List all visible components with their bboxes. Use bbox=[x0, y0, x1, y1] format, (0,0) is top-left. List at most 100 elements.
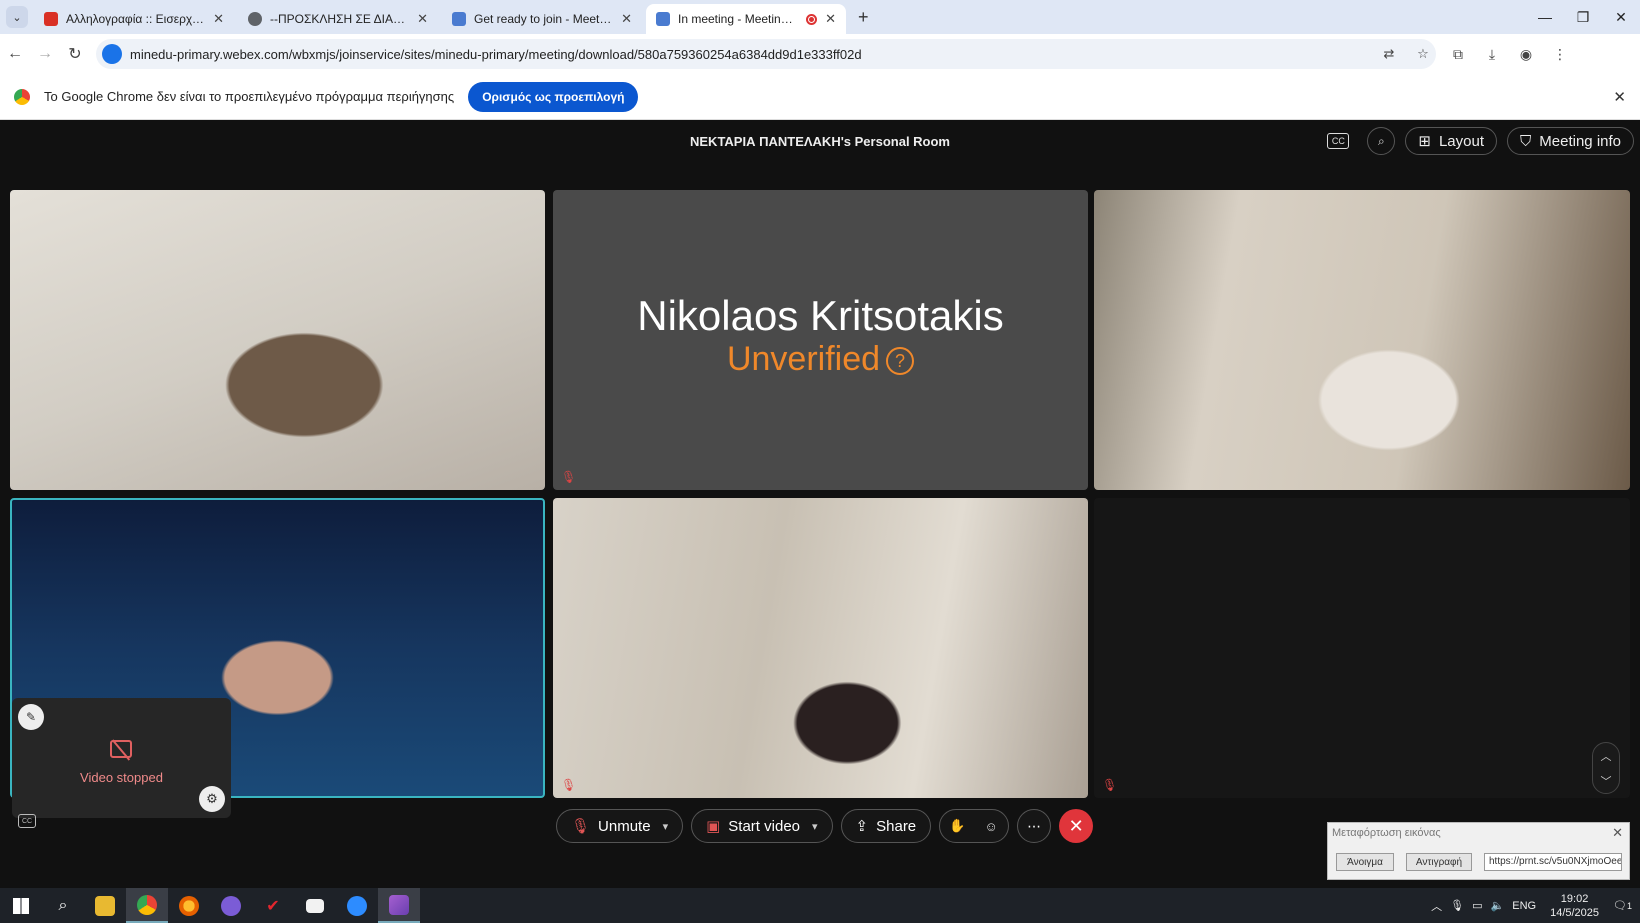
meeting-info-button[interactable]: ⛉ Meeting info bbox=[1507, 127, 1634, 155]
webex-favicon-icon bbox=[452, 12, 466, 26]
viber-icon[interactable] bbox=[210, 888, 252, 923]
microphone-icon[interactable]: 🎙 bbox=[1450, 899, 1464, 912]
minimize-icon[interactable]: — bbox=[1526, 0, 1564, 34]
new-tab-button[interactable]: + bbox=[858, 7, 869, 28]
clock-date: 14/5/2025 bbox=[1550, 906, 1600, 919]
app-icon[interactable] bbox=[294, 888, 336, 923]
tab-title: In meeting - Meeting - Webex bbox=[678, 12, 798, 26]
input-language[interactable]: ENG bbox=[1512, 900, 1536, 912]
download-icon[interactable]: ⤓ bbox=[1478, 46, 1506, 63]
grid-icon: ⊞ bbox=[1418, 133, 1431, 150]
file-explorer-icon[interactable] bbox=[84, 888, 126, 923]
open-button[interactable]: Άνοιγμα bbox=[1336, 853, 1394, 871]
reload-icon[interactable]: ↻ bbox=[60, 44, 90, 64]
close-icon[interactable]: ✕ bbox=[417, 11, 428, 27]
self-view[interactable]: ✎ Video stopped ⚙ bbox=[12, 698, 231, 818]
more-options-icon[interactable]: ⋯ bbox=[1017, 809, 1052, 843]
gear-icon[interactable]: ⚙ bbox=[199, 786, 225, 812]
bookmark-star-icon[interactable]: ☆ bbox=[1410, 46, 1436, 62]
chevron-down-icon[interactable]: ﹀ bbox=[1601, 773, 1612, 789]
screen: ⌄ Αλληλογραφία :: Εισερχόμενα ✕ --ΠΡΟΣΚΛ… bbox=[0, 0, 1640, 923]
unmute-label: Unmute bbox=[598, 817, 651, 835]
close-icon[interactable]: ✕ bbox=[621, 11, 632, 27]
layout-button[interactable]: ⊞ Layout bbox=[1405, 127, 1498, 155]
network-icon[interactable]: ▭ bbox=[1472, 899, 1482, 912]
pin-icon[interactable]: ✎ bbox=[18, 704, 44, 730]
video-off-icon bbox=[110, 740, 132, 758]
tab-search-button[interactable]: ⌄ bbox=[6, 6, 28, 28]
infobar-message: Το Google Chrome δεν είναι το προεπιλεγμ… bbox=[44, 89, 455, 104]
participant-name: Nikolaos Kritsotakis bbox=[637, 292, 1004, 339]
reactions-group: ✋ ☺ bbox=[939, 809, 1010, 843]
search-icon[interactable]: ⌕ bbox=[42, 888, 84, 923]
firefox-icon[interactable] bbox=[168, 888, 210, 923]
browser-tab-in-meeting[interactable]: In meeting - Meeting - Webex ✕ bbox=[646, 4, 846, 34]
self-view-status: Video stopped bbox=[80, 770, 163, 785]
chevron-down-icon[interactable]: ▾ bbox=[812, 820, 818, 833]
closed-captions-icon[interactable]: CC bbox=[1327, 133, 1350, 149]
video-tile-empty[interactable]: 🎙 bbox=[1094, 498, 1630, 798]
chrome-icon[interactable] bbox=[126, 888, 168, 923]
start-video-button[interactable]: ▣ Start video ▾ bbox=[691, 809, 833, 843]
unmute-button[interactable]: 🎙 Unmute ▾ bbox=[556, 809, 684, 843]
close-icon[interactable]: ✕ bbox=[1612, 825, 1623, 841]
system-tray: ︿ 🎙 ▭ 🔈 ENG 19:02 14/5/2025 🗨1 bbox=[1431, 888, 1640, 923]
chevron-up-icon[interactable]: ︿ bbox=[1601, 748, 1612, 764]
start-video-label: Start video bbox=[728, 817, 801, 835]
video-tile[interactable] bbox=[1094, 190, 1630, 490]
start-icon[interactable] bbox=[0, 888, 42, 923]
layout-label: Layout bbox=[1438, 132, 1485, 150]
meeting-controls: 🎙 Unmute ▾ ▣ Start video ▾ ⇪ Share ✋ ☺ ⋯… bbox=[556, 808, 1094, 844]
address-bar-row: ← → ↻ minedu-primary.webex.com/wbxmjs/jo… bbox=[0, 34, 1640, 74]
restore-icon[interactable]: ❐ bbox=[1564, 0, 1602, 34]
volume-icon[interactable]: 🔈 bbox=[1491, 899, 1505, 912]
notifications-icon[interactable]: 🗨1 bbox=[1613, 899, 1632, 912]
zoom-app-icon[interactable] bbox=[336, 888, 378, 923]
chevron-up-icon[interactable]: ︿ bbox=[1431, 898, 1442, 914]
clock[interactable]: 19:02 14/5/2025 bbox=[1550, 892, 1599, 920]
meeting-area: ΝΕΚΤΑΡΙΑ ΠΑΝΤΕΛΑΚΗ's Personal Room CC ⌕ … bbox=[0, 120, 1640, 888]
upload-title: Μεταφόρτωση εικόνας bbox=[1332, 827, 1441, 839]
translate-icon[interactable]: ⇄ bbox=[1376, 46, 1402, 62]
notification-count: 1 bbox=[1626, 901, 1632, 911]
browser-tab-mail[interactable]: Αλληλογραφία :: Εισερχόμενα ✕ bbox=[34, 4, 234, 34]
close-icon[interactable]: ✕ bbox=[825, 11, 836, 27]
tab-title: Αλληλογραφία :: Εισερχόμενα bbox=[66, 12, 206, 26]
close-icon[interactable]: ✕ bbox=[213, 11, 224, 27]
browser-tab-invitation[interactable]: --ΠΡΟΣΚΛΗΣΗ ΣΕ ΔΙΑΔΙΚΤΥΑΚΗ ✕ bbox=[238, 4, 438, 34]
menu-dots-icon[interactable]: ⋮ bbox=[1546, 46, 1574, 63]
video-tile-avatar[interactable]: Nikolaos Kritsotakis Unverified? 🎙 bbox=[553, 190, 1088, 490]
chevron-down-icon[interactable]: ▾ bbox=[663, 820, 669, 833]
mic-muted-icon: 🎙 bbox=[561, 470, 577, 484]
lightshot-icon[interactable] bbox=[378, 888, 420, 923]
close-window-icon[interactable]: ✕ bbox=[1602, 0, 1640, 34]
chrome-logo-icon bbox=[14, 88, 30, 105]
tab-title: --ΠΡΟΣΚΛΗΣΗ ΣΕ ΔΙΑΔΙΚΤΥΑΚΗ bbox=[270, 12, 409, 26]
zoom-icon[interactable]: ⌕ bbox=[1367, 127, 1396, 155]
tile-scroll-control[interactable]: ︿ ﹀ bbox=[1592, 742, 1620, 794]
help-icon[interactable]: ? bbox=[886, 347, 915, 376]
meeting-top-controls: CC ⌕ ⊞ Layout ⛉ Meeting info bbox=[1327, 127, 1634, 155]
browser-tab-get-ready[interactable]: Get ready to join - Meeting - Webex ✕ bbox=[442, 4, 642, 34]
share-button[interactable]: ⇪ Share bbox=[840, 809, 932, 843]
video-tile[interactable] bbox=[10, 190, 545, 490]
shield-icon: ⛉ bbox=[1520, 132, 1532, 150]
reactions-icon[interactable]: ☺ bbox=[974, 810, 1008, 842]
back-icon[interactable]: ← bbox=[0, 45, 30, 63]
vodafone-icon[interactable]: ✔ bbox=[252, 888, 294, 923]
video-tile[interactable]: 🎙 bbox=[553, 498, 1088, 798]
forward-icon[interactable]: → bbox=[30, 45, 60, 63]
upload-link-field[interactable]: https://prnt.sc/v5u0NXjmoOee bbox=[1484, 853, 1622, 871]
leave-meeting-button[interactable]: ✕ bbox=[1059, 809, 1094, 843]
omnibox[interactable]: minedu-primary.webex.com/wbxmjs/joinserv… bbox=[96, 39, 1436, 69]
set-default-button[interactable]: Ορισμός ως προεπιλογή bbox=[468, 81, 639, 112]
raise-hand-icon[interactable]: ✋ bbox=[940, 810, 974, 842]
extensions-icon[interactable]: ⧉ bbox=[1444, 46, 1472, 63]
site-info-icon[interactable] bbox=[102, 44, 122, 64]
profile-icon[interactable]: ◉ bbox=[1512, 46, 1540, 63]
url-text[interactable]: minedu-primary.webex.com/wbxmjs/joinserv… bbox=[130, 47, 1368, 62]
close-icon[interactable]: ✕ bbox=[1613, 88, 1626, 106]
captions-icon[interactable]: CC bbox=[18, 814, 36, 828]
copy-button[interactable]: Αντιγραφή bbox=[1406, 853, 1472, 871]
mail-favicon-icon bbox=[44, 12, 58, 26]
